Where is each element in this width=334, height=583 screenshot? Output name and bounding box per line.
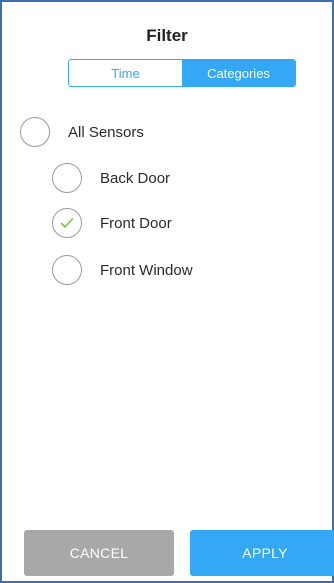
radio-circle[interactable] [52, 208, 82, 238]
filter-panel: Filter Time Categories All Sensors Back … [0, 0, 334, 583]
cancel-button[interactable]: CANCEL [24, 530, 174, 576]
option-label: Back Door [100, 169, 171, 187]
option-all-sensors[interactable]: All Sensors [20, 117, 144, 147]
check-icon [60, 218, 74, 228]
tab-categories[interactable]: Categories [182, 60, 295, 86]
option-front-door[interactable]: Front Door [52, 208, 172, 238]
apply-button[interactable]: APPLY [190, 530, 334, 576]
radio-circle[interactable] [52, 255, 82, 285]
radio-circle[interactable] [20, 117, 50, 147]
radio-circle[interactable] [52, 163, 82, 193]
page-title: Filter [146, 26, 188, 45]
tab-time[interactable]: Time [69, 60, 182, 86]
option-label: All Sensors [68, 123, 144, 141]
segmented-control: Time Categories [68, 59, 296, 87]
option-label: Front Door [100, 214, 172, 232]
option-label: Front Window [100, 261, 193, 279]
option-front-window[interactable]: Front Window [52, 255, 193, 285]
option-back-door[interactable]: Back Door [52, 163, 170, 193]
